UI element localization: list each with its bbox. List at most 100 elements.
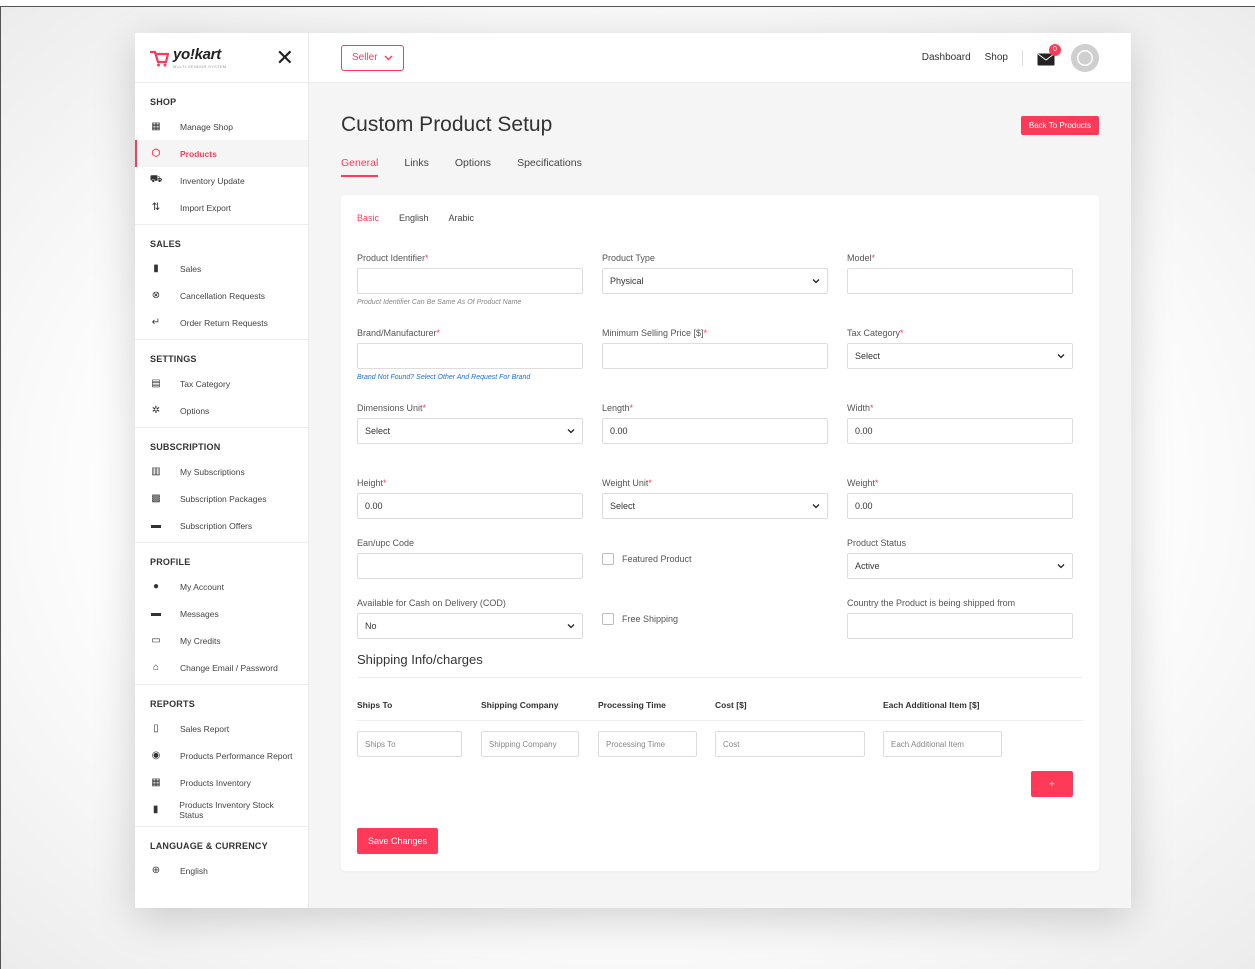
tax-category-field: Tax Category* Select bbox=[847, 328, 1073, 403]
height-input[interactable]: 0.00 bbox=[357, 493, 583, 519]
chevron-down-icon bbox=[1057, 354, 1065, 359]
min-price-input[interactable] bbox=[602, 343, 828, 369]
chevron-down-icon bbox=[567, 624, 575, 629]
shipping-company-input[interactable]: Shipping Company bbox=[481, 731, 579, 757]
sidebar-item-my-credits[interactable]: ▭ My Credits bbox=[135, 627, 308, 654]
sidebar-item-order-return-requests[interactable]: ↵ Order Return Requests bbox=[135, 309, 308, 336]
dimensions-unit-select[interactable]: Select bbox=[357, 418, 583, 444]
brand-request-link[interactable]: Brand Not Found? Select Other And Reques… bbox=[357, 374, 583, 381]
cod-select[interactable]: No bbox=[357, 613, 583, 639]
free-shipping-label: Free Shipping bbox=[622, 614, 679, 624]
ship-country-label: Country the Product is being shipped fro… bbox=[847, 598, 1016, 608]
seller-label: Seller bbox=[352, 52, 378, 63]
sidebar-section-title: SHOP bbox=[150, 97, 177, 107]
brand-input[interactable] bbox=[357, 343, 583, 369]
product-identifier-hint: Product Identifier Can Be Same As Of Pro… bbox=[357, 299, 522, 306]
sidebar-item-subscription-packages[interactable]: ▩ Subscription Packages bbox=[135, 485, 308, 512]
chevron-down-icon bbox=[812, 279, 820, 284]
brand-field: Brand/Manufacturer* Brand Not Found? Sel… bbox=[357, 328, 583, 403]
avatar[interactable] bbox=[1071, 43, 1099, 72]
main-area: Seller Dashboard Shop 0 Custom Product S… bbox=[309, 33, 1131, 908]
sidebar-item-options[interactable]: ✲ Options bbox=[135, 397, 308, 424]
tab-general[interactable]: General bbox=[341, 157, 379, 177]
free-shipping-checkbox-row[interactable]: Free Shipping bbox=[602, 613, 828, 625]
products-inventory-icon: ▦ bbox=[151, 777, 161, 788]
free-shipping-checkbox[interactable] bbox=[602, 613, 614, 625]
tab-links[interactable]: Links bbox=[404, 157, 429, 177]
sidebar-item-sales[interactable]: ▮ Sales bbox=[135, 255, 308, 282]
sidebar-item-my-account[interactable]: ● My Account bbox=[135, 573, 308, 600]
sidebar-item-inventory-update[interactable]: ⛟ Inventory Update bbox=[135, 167, 308, 194]
sidebar-item-my-subscriptions[interactable]: ▥ My Subscriptions bbox=[135, 458, 308, 485]
sidebar-item-messages[interactable]: ▬ Messages bbox=[135, 600, 308, 627]
tax-category-select[interactable]: Select bbox=[847, 343, 1073, 369]
report-icon: ▯ bbox=[153, 723, 159, 734]
sidebar-item-products[interactable]: ⬡ Products bbox=[135, 140, 308, 167]
weight-input[interactable]: 0.00 bbox=[847, 493, 1073, 519]
box-icon: ⬡ bbox=[151, 148, 161, 159]
model-input[interactable] bbox=[847, 268, 1073, 294]
subtab-arabic[interactable]: Arabic bbox=[449, 213, 475, 223]
sidebar-item-tax-category[interactable]: ▤ Tax Category bbox=[135, 370, 308, 397]
product-identifier-input[interactable] bbox=[357, 268, 583, 294]
sidebar-section-settings: SETTINGS ▤ Tax Category ✲ Options bbox=[135, 340, 308, 428]
subtab-basic[interactable]: Basic bbox=[357, 213, 379, 223]
sidebar-section-title: REPORTS bbox=[150, 699, 195, 709]
weight-unit-field: Weight Unit* Select bbox=[602, 478, 828, 538]
featured-checkbox[interactable] bbox=[602, 553, 614, 565]
sidebar-item-english[interactable]: ⊕ English bbox=[135, 857, 308, 884]
add-shipping-row-button[interactable]: + bbox=[1031, 771, 1073, 797]
col-each-additional: Each Additional Item [$] bbox=[883, 700, 980, 710]
back-to-products-button[interactable]: Back To Products bbox=[1020, 115, 1099, 135]
tax-category-value: Select bbox=[855, 351, 881, 361]
chevron-down-icon bbox=[567, 429, 575, 434]
width-input[interactable]: 0.00 bbox=[847, 418, 1073, 444]
offers-icon: ▬ bbox=[151, 520, 161, 531]
seller-dropdown[interactable]: Seller bbox=[341, 44, 404, 71]
weight-unit-value: Select bbox=[610, 501, 636, 511]
product-identifier-field: Product Identifier* Product Identifier C… bbox=[357, 253, 583, 328]
sidebar-item-manage-shop[interactable]: ▦ Manage Shop bbox=[135, 113, 308, 140]
tab-specifications[interactable]: Specifications bbox=[517, 157, 582, 177]
free-shipping-field: Free Shipping bbox=[602, 598, 828, 658]
messages-button[interactable]: 0 bbox=[1037, 43, 1061, 66]
ship-country-input[interactable] bbox=[847, 613, 1073, 639]
packages-icon: ▩ bbox=[151, 493, 161, 504]
account-icon: ● bbox=[152, 581, 160, 592]
processing-time-input[interactable]: Processing Time bbox=[598, 731, 697, 757]
product-type-select[interactable]: Physical bbox=[602, 268, 828, 294]
tab-options[interactable]: Options bbox=[455, 157, 491, 177]
dimensions-unit-label: Dimensions Unit bbox=[357, 403, 423, 413]
sidebar-item-label: Products bbox=[180, 148, 217, 159]
ships-to-input[interactable]: Ships To bbox=[357, 731, 462, 757]
cost-input[interactable]: Cost bbox=[715, 731, 865, 757]
ean-input[interactable] bbox=[357, 553, 583, 579]
shop-link[interactable]: Shop bbox=[985, 52, 1008, 63]
dashboard-link[interactable]: Dashboard bbox=[922, 52, 971, 63]
sidebar-item-sales-report[interactable]: ▯ Sales Report bbox=[135, 715, 308, 742]
weight-unit-select[interactable]: Select bbox=[602, 493, 828, 519]
sidebar-item-change-email-password[interactable]: ⌂ Change Email / Password bbox=[135, 654, 308, 681]
sidebar-section-profile: PROFILE ● My Account ▬ Messages ▭ My Credits ⌂ C… bbox=[135, 543, 308, 685]
sidebar-section-title: SALES bbox=[150, 239, 182, 249]
close-sidebar-icon[interactable]: ✕ bbox=[276, 46, 294, 69]
sidebar-item-products-performance-report[interactable]: ◉ Products Performance Report bbox=[135, 742, 308, 769]
tab-bar: General Links Options Specifications bbox=[341, 157, 1099, 177]
sidebar-item-products-inventory[interactable]: ▦ Products Inventory bbox=[135, 769, 308, 796]
each-additional-input[interactable]: Each Additional Item bbox=[883, 731, 1002, 757]
featured-checkbox-row[interactable]: Featured Product bbox=[602, 553, 828, 565]
sidebar-item-subscription-offers[interactable]: ▬ Subscription Offers bbox=[135, 512, 308, 539]
message-icon: ▬ bbox=[151, 608, 161, 619]
product-status-select[interactable]: Active bbox=[847, 553, 1073, 579]
subtab-english[interactable]: English bbox=[399, 213, 429, 223]
sidebar-item-label: Messages bbox=[180, 608, 219, 619]
tax-category-label: Tax Category bbox=[847, 328, 901, 338]
length-input[interactable]: 0.00 bbox=[602, 418, 828, 444]
save-changes-button[interactable]: Save Changes bbox=[357, 828, 439, 854]
logo[interactable]: yo!kart MULTI-VENDOR SYSTEM bbox=[149, 46, 226, 69]
sidebar-item-products-inventory-stock-status[interactable]: ▮ Products Inventory Stock Status bbox=[135, 796, 308, 823]
sidebar-item-cancellation-requests[interactable]: ⊗ Cancellation Requests bbox=[135, 282, 308, 309]
sidebar-item-import-export[interactable]: ⇅ Import Export bbox=[135, 194, 308, 221]
stock-status-icon: ▮ bbox=[152, 804, 159, 815]
length-label: Length bbox=[602, 403, 630, 413]
